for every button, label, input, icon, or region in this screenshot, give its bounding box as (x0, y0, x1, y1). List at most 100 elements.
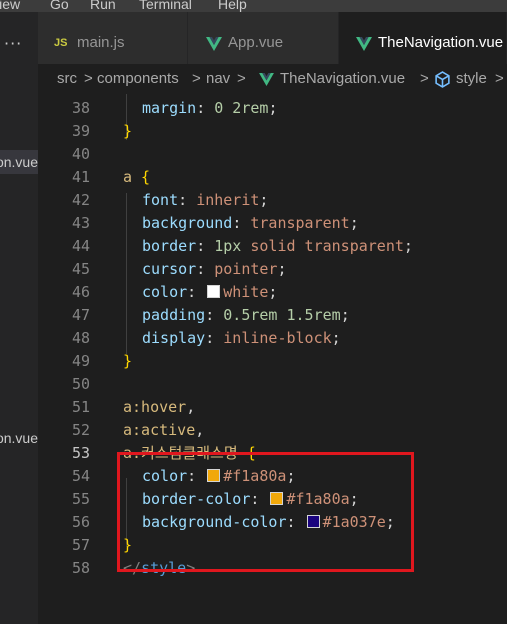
code-line[interactable]: 38 margin: 0 2rem; (38, 97, 507, 120)
tab-label: main.js (77, 34, 125, 51)
breadcrumb-style[interactable]: style (456, 70, 487, 87)
code-token: , (186, 398, 196, 416)
code-line[interactable]: 49} (38, 350, 507, 373)
line-number: 39 (71, 122, 90, 140)
code-line[interactable]: 42 font: inherit; (38, 189, 507, 212)
code-token: 0 2rem (214, 99, 269, 117)
code-token: ; (277, 260, 287, 278)
breadcrumb-components[interactable]: components (97, 70, 179, 87)
breadcrumb-nav[interactable]: nav (206, 70, 230, 87)
code-line[interactable]: 52 a:active, (38, 419, 507, 442)
menu-terminal[interactable]: Terminal (139, 0, 192, 12)
line-number: 51 (71, 398, 90, 416)
tab-app-vue[interactable]: App.vue (188, 12, 339, 64)
code-token: a:active (123, 421, 196, 439)
code-text: } (123, 350, 132, 373)
line-number: 54 (71, 467, 90, 485)
menu-go[interactable]: Go (50, 0, 69, 12)
line-number: 44 (71, 237, 90, 255)
code-text: font: inherit; (142, 189, 268, 212)
code-line[interactable]: 45 cursor: pointer; (38, 258, 507, 281)
code-token: a:hover (123, 398, 187, 416)
code-token: color (142, 283, 188, 301)
breadcrumb-separator: > (495, 70, 504, 87)
vue-file-icon (356, 37, 372, 51)
explorer-file-item[interactable]: TheNavigation.vue (0, 150, 38, 174)
code-line[interactable]: 39} (38, 120, 507, 143)
code-line[interactable]: 47 padding: 0.5rem 1.5rem; (38, 304, 507, 327)
tab-label: TheNavigation.vue (378, 34, 504, 51)
code-line[interactable]: 41 a { (38, 166, 507, 189)
breadcrumb-separator: > (420, 70, 429, 87)
explorer-panel: ··· TheNavigation.vue TheNavigation.vue (0, 12, 38, 624)
menu-view[interactable]: View (0, 0, 20, 12)
code-token: border (142, 237, 197, 255)
code-line[interactable]: 48 display: inline-block; (38, 327, 507, 350)
code-line[interactable]: 40 (38, 143, 507, 166)
code-token: cursor (142, 260, 197, 278)
symbol-class-icon (435, 71, 450, 88)
code-token: background (142, 214, 233, 232)
line-number: 45 (71, 260, 90, 278)
line-number: 50 (71, 375, 90, 393)
code-text: display: inline-block; (142, 327, 341, 350)
code-token: inherit (196, 191, 260, 209)
code-line[interactable]: 44 border: 1px solid transparent; (38, 235, 507, 258)
code-token: margin (142, 99, 197, 117)
breadcrumb-file[interactable]: TheNavigation.vue (280, 70, 405, 87)
code-token: a (123, 168, 133, 186)
code-token: : (196, 237, 215, 255)
breadcrumb-separator: > (192, 70, 201, 87)
code-line[interactable]: 50 (38, 373, 507, 396)
code-token: pointer (214, 260, 278, 278)
code-text: a:active, (123, 419, 204, 442)
highlight-box (117, 452, 414, 572)
color-swatch[interactable] (207, 285, 221, 298)
code-text: a { (123, 166, 150, 189)
breadcrumb-src[interactable]: src (57, 70, 77, 87)
line-number: 47 (71, 306, 90, 324)
breadcrumb: src > components > nav > TheNavigation.v… (38, 64, 507, 94)
tab-main-js[interactable]: JS main.js (38, 12, 188, 64)
line-number: 46 (71, 283, 90, 301)
code-line[interactable]: 43 background: transparent; (38, 212, 507, 235)
menu-help[interactable]: Help (218, 0, 247, 12)
code-token: font (142, 191, 179, 209)
code-text: } (123, 120, 132, 143)
code-token: padding (142, 306, 206, 324)
line-number: 40 (71, 145, 90, 163)
vue-file-icon (206, 37, 222, 51)
code-token: ; (340, 306, 350, 324)
code-token: : (205, 306, 224, 324)
code-token: display (142, 329, 206, 347)
editor-tab-bar: JS main.js App.vue TheNavigation.vue (38, 12, 507, 64)
code-token: ; (268, 99, 278, 117)
code-token: ; (259, 191, 269, 209)
code-line[interactable]: 51 a:hover, (38, 396, 507, 419)
code-line[interactable]: 46 color: white; (38, 281, 507, 304)
more-actions-icon[interactable]: ··· (4, 34, 22, 53)
code-token: ; (403, 237, 413, 255)
breadcrumb-separator: > (84, 70, 93, 87)
code-token: : (187, 283, 206, 301)
code-token: ; (331, 329, 341, 347)
code-token: : (205, 329, 224, 347)
vue-file-icon (259, 73, 274, 86)
line-number: 56 (71, 513, 90, 531)
line-number: 49 (71, 352, 90, 370)
line-number: 48 (71, 329, 90, 347)
code-text: color: white; (142, 281, 277, 304)
menu-run[interactable]: Run (90, 0, 116, 12)
code-text: margin: 0 2rem; (142, 97, 277, 120)
code-text: cursor: pointer; (142, 258, 287, 281)
explorer-file-item[interactable]: TheNavigation.vue (0, 426, 38, 450)
tab-thenavigation-vue[interactable]: TheNavigation.vue (339, 12, 507, 64)
code-token: } (123, 352, 133, 370)
code-editor[interactable]: 38 margin: 0 2rem; 39} 40 41 a {42 font: inher… (38, 94, 507, 624)
line-number: 41 (71, 168, 90, 186)
code-text: padding: 0.5rem 1.5rem; (142, 304, 350, 327)
code-token: { (132, 168, 151, 186)
line-number: 53 (71, 444, 90, 462)
tab-label: App.vue (228, 34, 284, 51)
line-number: 43 (71, 214, 90, 232)
